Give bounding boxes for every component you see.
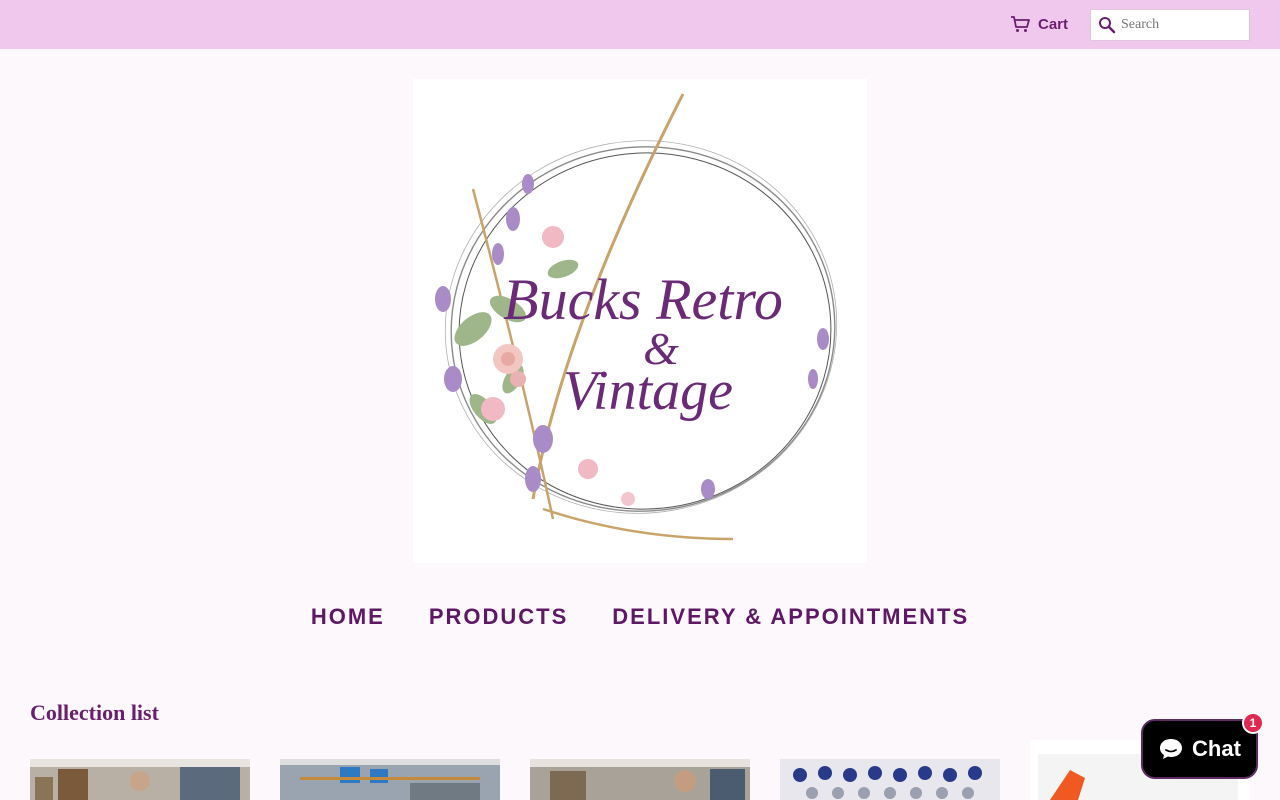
collection-image [280, 759, 500, 800]
logo-text-line3: Vintage [563, 360, 733, 422]
cart-label: Cart [1038, 15, 1069, 33]
chat-bubble-icon [1160, 739, 1183, 759]
cart-link[interactable]: Cart [1010, 13, 1068, 35]
chat-unread-badge: 1 [1242, 712, 1264, 734]
top-bar: Cart [0, 0, 1280, 49]
collection-image [530, 759, 750, 800]
nav-item-home[interactable]: HOME [311, 600, 385, 634]
search-input[interactable] [1121, 14, 1245, 36]
collection-card[interactable] [780, 759, 1000, 800]
collection-list-title: Collection list [30, 700, 159, 725]
collection-card[interactable] [30, 759, 250, 800]
search-icon[interactable] [1098, 16, 1116, 34]
main-nav: HOME PRODUCTS DELIVERY & APPOINTMENTS [0, 600, 1280, 634]
collection-image [780, 759, 1000, 800]
nav-item-products[interactable]: PRODUCTS [429, 600, 568, 634]
search-box [1090, 9, 1250, 41]
collection-card[interactable] [530, 759, 750, 800]
store-logo[interactable]: Bucks Retro & Vintage [413, 79, 867, 563]
chat-label: Chat [1192, 736, 1241, 761]
collection-card[interactable] [280, 759, 500, 800]
logo-wreath-image: Bucks Retro & Vintage [435, 93, 838, 541]
nav-item-delivery-appointments[interactable]: DELIVERY & APPOINTMENTS [612, 600, 969, 634]
collection-image [30, 759, 250, 800]
cart-icon [1011, 16, 1030, 32]
chat-button[interactable]: Chat [1141, 719, 1258, 779]
